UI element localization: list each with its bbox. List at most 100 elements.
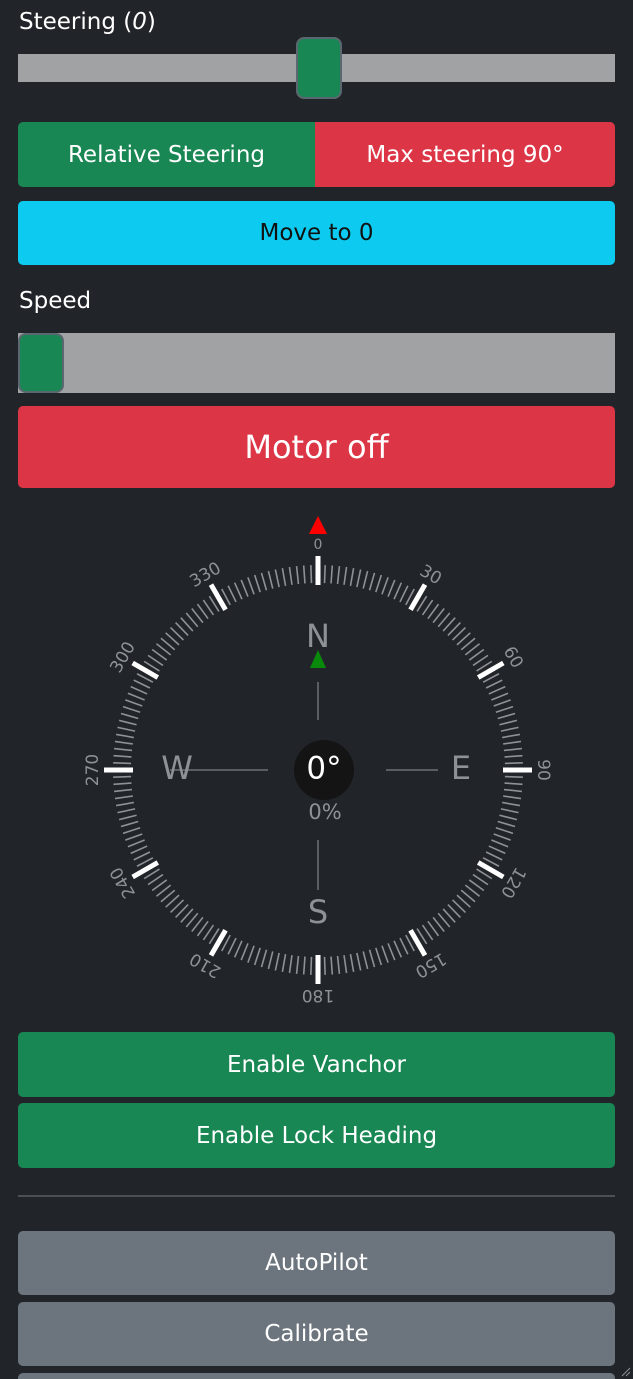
steering-value: 0 (132, 9, 147, 35)
compass-minor-tick (130, 845, 148, 855)
compass-degree-label-240: 240 (106, 863, 140, 901)
compass-minor-tick (330, 956, 334, 975)
compass-minor-tick (503, 788, 522, 793)
compass-minor-tick (485, 679, 503, 689)
steering-label-text: Steering (19, 9, 116, 35)
compass-minor-tick (472, 873, 489, 886)
compass-minor-tick (491, 692, 509, 701)
resize-grip-icon[interactable] (619, 1365, 631, 1377)
compass-minor-tick (504, 775, 523, 778)
compass-minor-tick (399, 585, 409, 603)
compass-minor-tick (387, 943, 396, 961)
compass-heading-readout: 0° (306, 751, 341, 787)
speed-label: Speed (19, 288, 92, 314)
compass-minor-tick (113, 754, 132, 758)
compass-minor-tick (281, 954, 287, 973)
compass-minor-tick (117, 726, 136, 732)
compass-minor-tick (202, 599, 215, 616)
compass-minor-tick (381, 945, 389, 963)
compass-minor-tick (130, 685, 148, 695)
compass-degree-label-0: 0 (314, 537, 323, 553)
compass-minor-tick (421, 924, 434, 941)
compass-minor-tick (393, 582, 403, 600)
compass-minor-tick (118, 814, 137, 821)
compass-speed-readout: 0% (308, 800, 341, 824)
compass-major-tick-60 (476, 660, 505, 680)
compass-minor-tick (343, 955, 348, 974)
speed-slider[interactable] (18, 333, 615, 393)
compass-major-tick-120 (476, 860, 505, 880)
compass-minor-tick (122, 827, 141, 835)
compass-minor-tick (133, 679, 151, 689)
compass-degree-label-270: 270 (83, 754, 103, 786)
max-steering-button[interactable]: Max steering 90° (315, 122, 615, 187)
compass-minor-tick (488, 685, 506, 695)
compass-major-tick-150 (408, 928, 428, 957)
steering-mode-group: Relative Steering Max steering 90° (18, 122, 615, 187)
compass: 0306090120150180210240270300330 N E S W … (83, 516, 553, 1005)
compass-minor-tick (368, 949, 376, 968)
compass-minor-tick (387, 579, 396, 597)
compass-minor-tick (247, 945, 255, 963)
compass-minor-tick (356, 952, 362, 971)
compass-minor-tick (497, 712, 516, 720)
compass-minor-tick (114, 740, 133, 745)
compass-minor-tick (503, 740, 522, 745)
compass-minor-tick (421, 599, 434, 616)
steering-slider-thumb[interactable] (295, 37, 342, 99)
enable-lock-heading-button[interactable]: Enable Lock Heading (18, 1103, 615, 1168)
compass-minor-tick (310, 956, 313, 975)
compass-minor-tick (125, 699, 143, 707)
compass-minor-tick (125, 833, 143, 841)
steering-slider[interactable] (18, 37, 615, 99)
compass-minor-tick (114, 795, 133, 800)
compass-minor-tick (253, 947, 261, 966)
calibrate-button[interactable]: Calibrate (18, 1302, 615, 1366)
compass-minor-tick (493, 833, 511, 841)
compass-minor-tick (133, 851, 151, 861)
compass-minor-tick (118, 719, 137, 726)
compass-minor-tick (302, 565, 306, 584)
relative-steering-button[interactable]: Relative Steering (18, 122, 315, 187)
compass-minor-tick (240, 943, 249, 961)
section-divider (18, 1195, 615, 1197)
compass-minor-tick (362, 951, 369, 970)
compass-minor-tick (267, 570, 274, 589)
compass-minor-tick (336, 955, 341, 974)
compass-degree-label-60: 60 (499, 643, 527, 672)
compass-minor-tick (343, 566, 348, 585)
compass-minor-tick (260, 949, 268, 968)
compass-minor-tick (504, 782, 523, 786)
compass-minor-tick (488, 845, 506, 855)
next-button-partial[interactable] (18, 1373, 615, 1379)
compass-minor-tick (113, 762, 132, 765)
compass-minor-tick (336, 566, 341, 585)
compass-minor-tick (267, 951, 274, 970)
speed-slider-thumb[interactable] (18, 333, 64, 393)
compass-minor-tick (227, 585, 237, 603)
compass-minor-tick (114, 788, 133, 793)
move-to-zero-button[interactable]: Move to 0 (18, 201, 615, 265)
compass-major-tick-30 (408, 583, 428, 612)
compass-major-tick-330 (208, 583, 228, 612)
compass-minor-tick (310, 565, 313, 584)
compass-minor-tick (368, 572, 376, 591)
motor-toggle-button[interactable]: Motor off (18, 406, 615, 488)
compass-minor-tick (499, 719, 518, 726)
compass-degree-label-90: 90 (533, 759, 553, 781)
compass-degree-label-180: 180 (302, 985, 334, 1005)
compass-major-tick-240 (131, 860, 160, 880)
autopilot-button[interactable]: AutoPilot (18, 1231, 615, 1295)
compass-minor-tick (323, 565, 326, 584)
compass-minor-tick (247, 577, 255, 595)
enable-vanchor-button[interactable]: Enable Vanchor (18, 1032, 615, 1097)
compass-minor-tick (381, 577, 389, 595)
compass-minor-tick (147, 873, 164, 886)
compass-minor-tick (147, 654, 164, 667)
compass-minor-tick (274, 952, 280, 971)
compass-minor-tick (349, 954, 355, 973)
compass-minor-tick (500, 808, 519, 814)
compass-minor-tick (240, 579, 249, 597)
compass-minor-tick (233, 582, 243, 600)
compass-minor-tick (503, 747, 522, 752)
